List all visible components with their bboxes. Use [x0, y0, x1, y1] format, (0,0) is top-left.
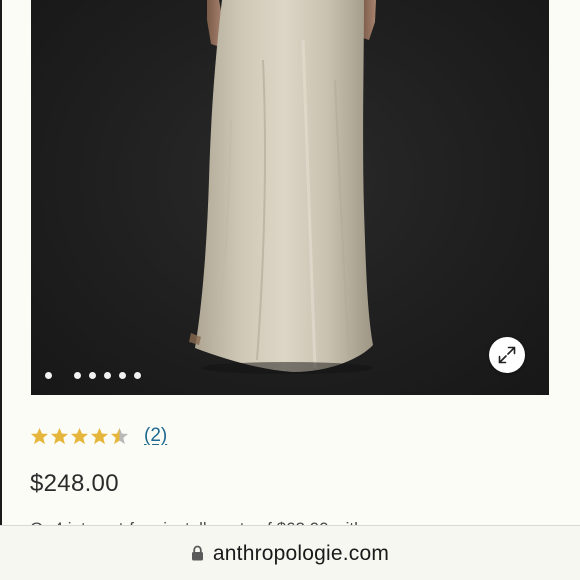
browser-address-bar[interactable]: anthropologie.com — [0, 525, 580, 580]
expand-image-button[interactable] — [489, 337, 525, 373]
carousel-dot[interactable] — [89, 371, 96, 379]
half-star-icon — [110, 427, 129, 444]
carousel-dot[interactable] — [119, 371, 126, 379]
right-hand — [362, 0, 376, 40]
window-edge — [0, 0, 2, 580]
star-icon — [30, 427, 49, 444]
star-rating — [30, 427, 130, 446]
carousel-indicator[interactable] — [45, 370, 149, 380]
star-icon — [90, 427, 109, 444]
product-image[interactable] — [31, 0, 549, 395]
star-icon — [50, 427, 69, 444]
review-count-link[interactable]: (2) — [144, 425, 167, 447]
carousel-dot[interactable] — [45, 371, 52, 379]
skirt-illustration — [189, 0, 376, 374]
carousel-dot[interactable] — [134, 371, 141, 379]
star-icon — [70, 427, 89, 444]
carousel-dot[interactable] — [104, 371, 111, 379]
product-page: (2) $248.00 Or 4 interest-free installme… — [0, 0, 580, 580]
product-price: $248.00 — [30, 470, 119, 497]
expand-arrows-icon — [498, 346, 516, 364]
lock-icon — [191, 545, 203, 560]
url-text: anthropologie.com — [212, 541, 390, 565]
carousel-dot[interactable] — [74, 371, 81, 379]
rating-row: (2) — [30, 424, 167, 448]
